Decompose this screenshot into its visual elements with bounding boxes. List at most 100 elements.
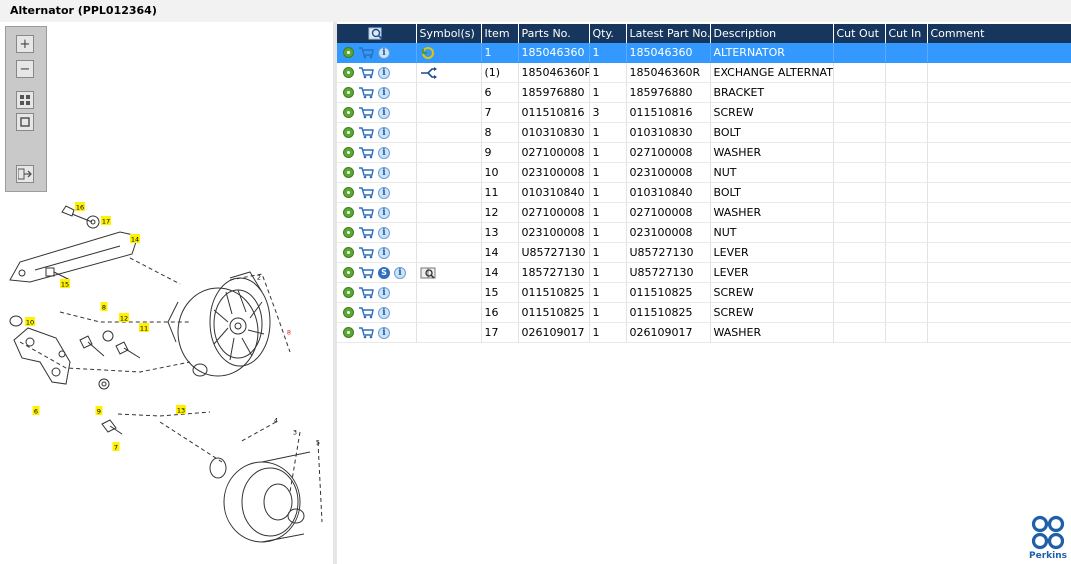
column-header-comment[interactable]: Comment (927, 24, 1071, 43)
column-header-actions[interactable] (337, 24, 417, 43)
table-row[interactable]: i 7 011510816 3 011510816 SCREW (337, 102, 1071, 123)
column-header-symbols[interactable]: Symbol(s) (416, 24, 482, 43)
gear-icon[interactable] (343, 107, 354, 119)
callout-label[interactable]: 3 (293, 429, 297, 437)
table-row[interactable]: i 15 011510825 1 011510825 SCREW (337, 282, 1071, 303)
gear-icon[interactable] (343, 167, 354, 179)
callout-label[interactable]: 2 (257, 274, 261, 282)
table-row[interactable]: i 16 011510825 1 011510825 SCREW (337, 302, 1071, 323)
callout-label[interactable]: 5 (316, 439, 320, 447)
callout-label[interactable]: 7 (114, 444, 118, 452)
cart-icon[interactable] (358, 306, 374, 319)
row-cut-in (885, 162, 928, 183)
cart-icon[interactable] (358, 186, 374, 199)
info-icon[interactable]: i (378, 286, 390, 299)
callout-label[interactable]: 14 (131, 236, 139, 244)
info-icon[interactable]: i (378, 146, 390, 159)
table-row[interactable]: i 1 185046360 1 185046360 ALTERNATOR (337, 43, 1071, 63)
row-actions: i (337, 62, 417, 83)
callout-label[interactable]: 4 (274, 417, 278, 425)
book-search-icon[interactable] (420, 266, 438, 280)
row-qty: 1 (589, 43, 627, 63)
table-row[interactable]: i 8 010310830 1 010310830 BOLT (337, 122, 1071, 143)
gear-icon[interactable] (343, 47, 354, 59)
gear-icon[interactable] (343, 127, 354, 139)
table-row[interactable]: i (1) 185046360R 1 185046360R EXCHANGE ALTERN… (337, 62, 1071, 83)
table-row[interactable]: i 17 026109017 1 026109017 WASHER (337, 322, 1071, 343)
supersession-icon[interactable]: S (378, 266, 390, 279)
table-row[interactable]: i 13 023100008 1 023100008 NUT (337, 222, 1071, 243)
gear-icon[interactable] (343, 247, 354, 259)
table-row[interactable]: i 10 023100008 1 023100008 NUT (337, 162, 1071, 183)
table-row[interactable]: i 6 185976880 1 185976880 BRACKET (337, 82, 1071, 103)
callout-label[interactable]: 12 (120, 315, 128, 323)
column-header-item[interactable]: Item (481, 24, 519, 43)
callout-label[interactable]: 17 (102, 218, 110, 226)
callout-label[interactable]: 15 (61, 281, 69, 289)
info-icon[interactable]: i (378, 86, 390, 99)
cart-icon[interactable] (358, 326, 374, 339)
info-icon[interactable]: i (378, 46, 390, 59)
cart-icon[interactable] (358, 226, 374, 239)
gear-icon[interactable] (343, 187, 354, 199)
callout-label[interactable]: 8 (287, 329, 291, 337)
exploded-view-diagram[interactable]: 16 17 14 15 10 8 12 11 9 6 7 13 8 2 4 3 5 (0, 22, 333, 564)
info-icon[interactable]: i (378, 166, 390, 179)
column-header-cut-out[interactable]: Cut Out (833, 24, 886, 43)
cart-icon[interactable] (358, 46, 374, 59)
table-row[interactable]: i 12 027100008 1 027100008 WASHER (337, 202, 1071, 223)
cart-icon[interactable] (358, 166, 374, 179)
info-icon[interactable]: i (378, 206, 390, 219)
row-cut-in (885, 322, 928, 343)
gear-icon[interactable] (343, 67, 354, 79)
gear-icon[interactable] (343, 87, 354, 99)
cart-icon[interactable] (358, 66, 374, 79)
replace-icon[interactable] (420, 46, 436, 60)
perkins-logo-icon (1031, 515, 1065, 550)
info-icon[interactable]: i (378, 186, 390, 199)
column-header-latest-part-no[interactable]: Latest Part No. (626, 24, 711, 43)
column-header-parts-no[interactable]: Parts No. (518, 24, 590, 43)
callout-label[interactable]: 8 (102, 304, 106, 312)
search-parts-icon[interactable] (368, 27, 384, 41)
info-icon[interactable]: i (378, 226, 390, 239)
cart-icon[interactable] (358, 286, 374, 299)
info-icon[interactable]: i (394, 266, 406, 279)
cart-icon[interactable] (358, 106, 374, 119)
split-arrow-icon[interactable] (420, 66, 438, 80)
table-row[interactable]: i 14 U85727130 1 U85727130 LEVER (337, 242, 1071, 263)
row-cut-out (833, 262, 886, 283)
callout-label[interactable]: 10 (26, 319, 34, 327)
info-icon[interactable]: i (378, 246, 390, 259)
table-row[interactable]: Si 14 185727130 1 U85727130 LEVER (337, 262, 1071, 283)
callout-label[interactable]: 16 (76, 204, 84, 212)
gear-icon[interactable] (343, 227, 354, 239)
table-row[interactable]: i 11 010310840 1 010310840 BOLT (337, 182, 1071, 203)
callout-label[interactable]: 6 (34, 408, 38, 416)
gear-icon[interactable] (343, 267, 354, 279)
cart-icon[interactable] (358, 126, 374, 139)
screw-7-part (101, 419, 123, 435)
callout-label[interactable]: 11 (140, 325, 148, 333)
info-icon[interactable]: i (378, 106, 390, 119)
column-header-cut-in[interactable]: Cut In (885, 24, 928, 43)
info-icon[interactable]: i (378, 66, 390, 79)
cart-icon[interactable] (358, 86, 374, 99)
column-header-description[interactable]: Description (710, 24, 834, 43)
info-icon[interactable]: i (378, 326, 390, 339)
info-icon[interactable]: i (378, 306, 390, 319)
callout-label[interactable]: 13 (177, 407, 185, 415)
gear-icon[interactable] (343, 307, 354, 319)
info-icon[interactable]: i (378, 126, 390, 139)
callout-label[interactable]: 9 (97, 408, 101, 416)
column-header-qty[interactable]: Qty. (589, 24, 627, 43)
cart-icon[interactable] (358, 206, 374, 219)
gear-icon[interactable] (343, 287, 354, 299)
table-row[interactable]: i 9 027100008 1 027100008 WASHER (337, 142, 1071, 163)
gear-icon[interactable] (343, 207, 354, 219)
gear-icon[interactable] (343, 327, 354, 339)
cart-icon[interactable] (358, 266, 374, 279)
cart-icon[interactable] (358, 146, 374, 159)
gear-icon[interactable] (343, 147, 354, 159)
cart-icon[interactable] (358, 246, 374, 259)
